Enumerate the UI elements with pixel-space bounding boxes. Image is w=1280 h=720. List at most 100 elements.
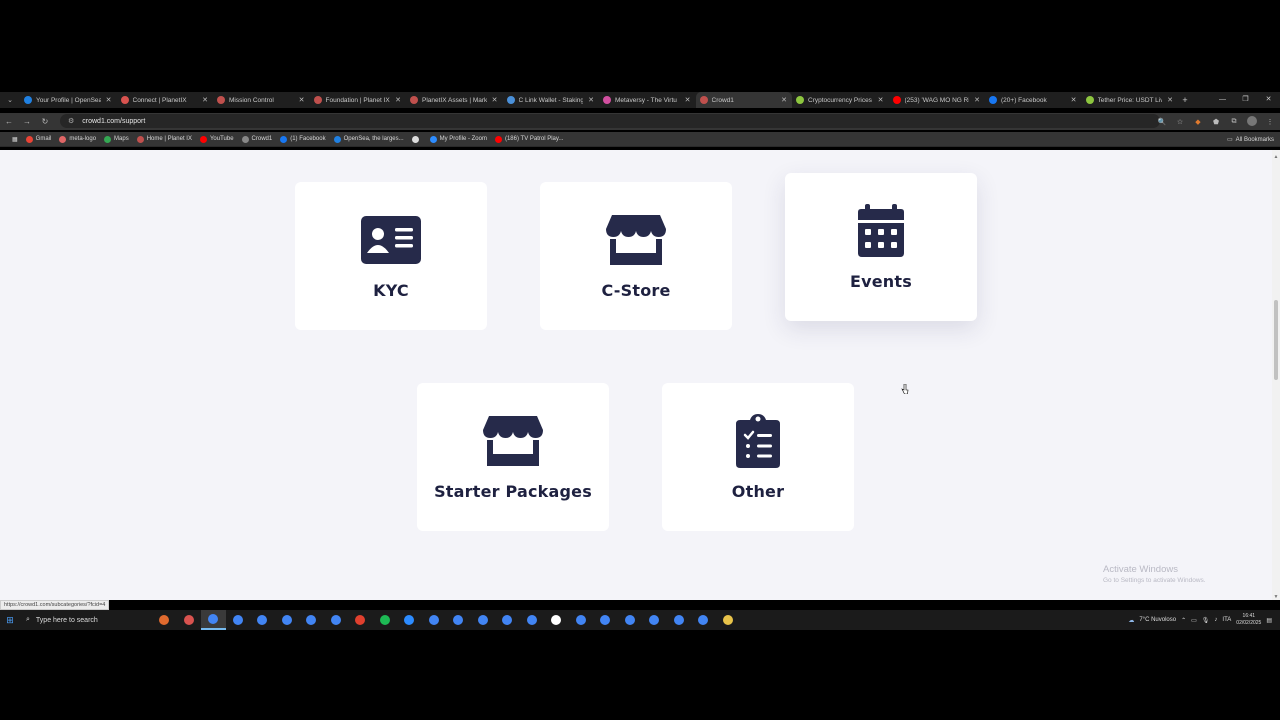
site-info-icon[interactable]: ⚙ — [68, 117, 74, 125]
clock[interactable]: 16:41 02/02/2025 — [1236, 613, 1261, 627]
browser-tab[interactable]: Connect | PlanetIX ✕ — [117, 92, 214, 108]
taskbar-app-icon[interactable] — [471, 610, 496, 630]
taskbar-app-icon[interactable] — [348, 610, 373, 630]
browser-tab[interactable]: Tether Price: USDT Liv ✕ — [1082, 92, 1179, 108]
browser-tab[interactable]: C Link Wallet - Staking ✕ — [503, 92, 600, 108]
maximize-icon[interactable]: ❐ — [1234, 92, 1257, 108]
reload-icon[interactable]: ↻ — [36, 117, 54, 126]
bookmark-item[interactable]: Maps — [100, 135, 133, 143]
close-window-icon[interactable]: ✕ — [1257, 92, 1280, 108]
taskbar-app-icon[interactable] — [373, 610, 398, 630]
browser-tab[interactable]: Metaversy - The Virtu ✕ — [599, 92, 696, 108]
taskbar-app-icon[interactable] — [593, 610, 618, 630]
address-bar[interactable]: ⚙ crowd1.com/support — [60, 114, 1160, 128]
microphone-icon[interactable]: 🎙 — [1202, 617, 1210, 624]
new-tab-button[interactable]: + — [1178, 95, 1192, 105]
zoom-icon[interactable]: 🔍 — [1156, 118, 1168, 126]
bookmark-item[interactable]: (1) Facebook — [276, 135, 329, 143]
scroll-up-icon[interactable]: ▲ — [1272, 154, 1280, 160]
bookmark-item[interactable]: Crowd1 — [238, 135, 277, 143]
browser-tab[interactable]: (253) 'WAG MO NG Ri ✕ — [889, 92, 986, 108]
taskbar-app-icon[interactable] — [520, 610, 545, 630]
apps-icon[interactable]: ▦ — [8, 136, 22, 143]
profile-avatar[interactable] — [1246, 115, 1258, 128]
taskbar-app-icon[interactable] — [569, 610, 594, 630]
browser-tab[interactable]: PlanetIX Assets | Mark ✕ — [406, 92, 503, 108]
taskbar-app-icon[interactable] — [446, 610, 471, 630]
shield-extension-icon[interactable]: ⬟ — [1210, 118, 1222, 126]
tab-close-icon[interactable]: ✕ — [298, 96, 306, 104]
extensions-icon[interactable]: ⧉ — [1228, 118, 1240, 126]
browser-tab[interactable]: Foundation | Planet IX ✕ — [310, 92, 407, 108]
tab-close-icon[interactable]: ✕ — [1070, 96, 1078, 104]
notifications-icon[interactable]: ▤ — [1266, 617, 1272, 624]
all-bookmarks-button[interactable]: ▭ All Bookmarks — [1227, 132, 1274, 147]
taskbar-app-icon[interactable] — [152, 610, 177, 630]
volume-icon[interactable]: ♪ — [1214, 617, 1217, 623]
tab-close-icon[interactable]: ✕ — [684, 96, 692, 104]
tab-close-icon[interactable]: ✕ — [394, 96, 402, 104]
bookmark-item[interactable]: My Profile - Zoom — [426, 135, 491, 143]
browser-tab[interactable]: Your Profile | OpenSea ✕ — [20, 92, 117, 108]
taskbar-app-icon[interactable] — [544, 610, 569, 630]
tab-close-icon[interactable]: ✕ — [105, 96, 113, 104]
bookmark-item[interactable]: Home | Planet IX — [133, 135, 196, 143]
network-icon[interactable]: ▭ — [1191, 617, 1197, 624]
taskbar-app-icon[interactable] — [422, 610, 447, 630]
bookmark-favicon-icon — [25, 135, 33, 143]
bookmark-favicon-icon — [104, 135, 112, 143]
browser-tab[interactable]: Crowd1 ✕ — [695, 92, 792, 108]
tab-close-icon[interactable]: ✕ — [1166, 96, 1174, 104]
taskbar-app-icon[interactable] — [177, 610, 202, 630]
bookmark-item[interactable]: YouTube — [196, 135, 238, 143]
minimize-icon[interactable]: — — [1211, 92, 1234, 108]
taskbar-app-icon[interactable] — [201, 610, 226, 630]
menu-icon[interactable]: ⋮ — [1264, 118, 1276, 126]
tab-close-icon[interactable]: ✕ — [491, 96, 499, 104]
scrollbar-thumb[interactable] — [1274, 300, 1278, 380]
windows-start-icon[interactable]: ⊞ — [0, 615, 20, 626]
tray-chevron-icon[interactable]: ⌃ — [1181, 617, 1186, 624]
support-card-other[interactable]: Other — [662, 383, 854, 531]
taskbar-app-icon[interactable] — [642, 610, 667, 630]
support-card-c-store[interactable]: C-Store — [540, 182, 732, 330]
tab-close-icon[interactable]: ✕ — [587, 96, 595, 104]
tab-close-icon[interactable]: ✕ — [201, 96, 209, 104]
tab-search-icon[interactable]: ⌄ — [0, 92, 20, 108]
page-scrollbar[interactable]: ▲ ▼ — [1272, 150, 1280, 600]
tab-close-icon[interactable]: ✕ — [780, 96, 788, 104]
tab-close-icon[interactable]: ✕ — [973, 96, 981, 104]
language-indicator[interactable]: ITA — [1222, 617, 1231, 623]
tab-close-icon[interactable]: ✕ — [877, 96, 885, 104]
browser-tab[interactable]: (20+) Facebook ✕ — [985, 92, 1082, 108]
bookmark-item[interactable]: (186) TV Patrol Play... — [491, 135, 567, 143]
support-card-kyc[interactable]: KYC — [295, 182, 487, 330]
taskbar-app-icon[interactable] — [299, 610, 324, 630]
forward-icon[interactable]: → — [18, 117, 36, 126]
support-card-starter-packages[interactable]: Starter Packages — [417, 383, 609, 531]
bookmark-item[interactable]: meta-logo — [55, 135, 100, 143]
tab-title: Cryptocurrency Prices — [808, 96, 872, 104]
browser-tab[interactable]: Cryptocurrency Prices ✕ — [792, 92, 889, 108]
bookmark-item[interactable]: OpenSea, the larges... — [330, 135, 408, 143]
bookmark-item[interactable]: Gmail — [22, 135, 56, 143]
taskbar-app-icon[interactable] — [716, 610, 741, 630]
metamask-extension-icon[interactable]: ◆ — [1192, 118, 1204, 126]
bookmark-star-icon[interactable]: ☆ — [1174, 118, 1186, 126]
back-icon[interactable]: ← — [0, 117, 18, 126]
taskbar-app-icon[interactable] — [226, 610, 251, 630]
taskbar-app-icon[interactable] — [691, 610, 716, 630]
taskbar-app-icon[interactable] — [495, 610, 520, 630]
taskbar-app-icon[interactable] — [275, 610, 300, 630]
weather-text[interactable]: 7°C Nuvoloso — [1139, 617, 1176, 623]
browser-tab[interactable]: Mission Control ✕ — [213, 92, 310, 108]
bookmark-item[interactable] — [408, 135, 426, 143]
scroll-down-icon[interactable]: ▼ — [1272, 594, 1280, 600]
taskbar-app-icon[interactable] — [618, 610, 643, 630]
taskbar-app-icon[interactable] — [324, 610, 349, 630]
taskbar-app-icon[interactable] — [667, 610, 692, 630]
support-card-events[interactable]: Events — [785, 173, 977, 321]
taskbar-app-icon[interactable] — [397, 610, 422, 630]
taskbar-app-icon[interactable] — [250, 610, 275, 630]
taskbar-search[interactable]: ⌕ Type here to search — [20, 610, 120, 630]
